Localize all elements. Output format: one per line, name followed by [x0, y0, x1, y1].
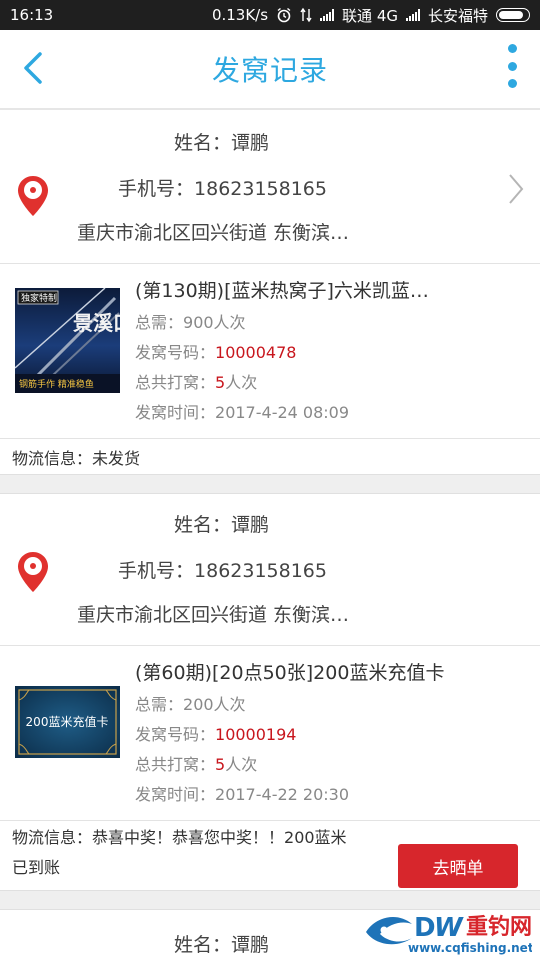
address-block[interactable]: 姓名：谭鹏 手机号：18623158165 重庆市渝北区回兴街道 东衡滨… — [0, 112, 540, 264]
name-label: 姓名： — [174, 514, 232, 536]
logistics-status: 未发货 — [92, 449, 141, 468]
phone-number: 18623158165 — [194, 178, 327, 200]
time-label: 发窝时间： — [135, 785, 216, 804]
total-bets-unit: 人次 — [225, 755, 258, 774]
chevron-right-icon[interactable] — [506, 172, 526, 206]
address-text: 重庆市渝北区回兴街道 东衡滨… — [77, 604, 350, 626]
address-text: 重庆市渝北区回兴街道 东衡滨… — [77, 222, 350, 244]
total-needed-value: 200人次 — [183, 695, 246, 714]
card-text: 200蓝米充值卡 — [26, 714, 109, 729]
time-label: 发窝时间： — [135, 403, 216, 422]
phone-label: 手机号： — [118, 178, 195, 200]
name-label: 姓名： — [174, 132, 232, 154]
app-header: 发窝记录 — [0, 30, 540, 110]
address-block[interactable]: 姓名：谭鹏 手机号：18623158165 重庆市渝北区回兴街道 东衡滨… — [0, 494, 540, 646]
thumb-big-text: 景溪口 — [73, 311, 120, 335]
prize-thumbnail: 独家特制 景溪口 钢筋手作 精准稳鱼 — [15, 288, 120, 393]
clock: 16:13 — [10, 6, 54, 24]
record-card: 姓名：谭鹏 手机号：18623158165 重庆市渝北区回兴街道 东衡滨… 独家… — [0, 112, 540, 474]
watermark-brand: 重钓网 — [466, 914, 532, 940]
svg-text:D: D — [414, 913, 436, 943]
prize-title: (第130期)[蓝米热窝子]六米凯蓝… — [135, 280, 429, 302]
thumb-tag: 独家特制 — [21, 292, 57, 304]
time-value: 2017-4-24 08:09 — [215, 403, 350, 422]
thumb-bottom-text: 钢筋手作 精准稳鱼 — [19, 378, 94, 390]
more-options-icon[interactable] — [504, 44, 520, 88]
logistics-info: 物流信息：未发货 — [0, 439, 540, 474]
name-label: 姓名： — [174, 934, 232, 956]
total-needed-value: 900人次 — [183, 313, 246, 332]
recipient-name: 谭鹏 — [231, 934, 270, 956]
prize-item[interactable]: 200蓝米充值卡 (第60期)[20点50张]200蓝米充值卡 总需：200人次… — [0, 646, 540, 821]
logistics-status: 恭喜中奖！恭喜您中奖！！200蓝米 — [92, 828, 347, 847]
total-bets-label: 总共打窝： — [135, 373, 216, 392]
total-bets-count: 5 — [215, 373, 226, 392]
logistics-label: 物流信息： — [12, 828, 93, 847]
location-pin-icon — [18, 552, 48, 592]
recipient-name: 谭鹏 — [231, 514, 270, 536]
recipient-name: 谭鹏 — [231, 132, 270, 154]
code-value: 10000194 — [215, 725, 297, 744]
total-bets-count: 5 — [215, 755, 226, 774]
share-order-button[interactable]: 去晒单 — [398, 844, 518, 888]
code-label: 发窝号码： — [135, 343, 216, 362]
data-transfer-icon — [300, 7, 312, 23]
time-value: 2017-4-22 20:30 — [215, 785, 350, 804]
prize-thumbnail: 200蓝米充值卡 — [15, 686, 120, 758]
status-bar: 16:13 0.13K/s 联通 4G 长安福特 — [0, 0, 540, 30]
signal-icon-2 — [405, 9, 420, 21]
logistics-label: 物流信息： — [12, 449, 93, 468]
svg-text:W: W — [434, 913, 464, 943]
section-divider — [0, 474, 540, 494]
phone-number: 18623158165 — [194, 560, 327, 582]
battery-icon — [496, 8, 530, 22]
record-card: 姓名：谭鹏 手机号：18623158165 重庆市渝北区回兴街道 东衡滨… 20… — [0, 494, 540, 891]
prize-item[interactable]: 独家特制 景溪口 钢筋手作 精准稳鱼 (第130期)[蓝米热窝子]六米凯蓝… 总… — [0, 264, 540, 439]
alarm-icon — [277, 7, 291, 23]
signal-icon-1 — [320, 9, 335, 21]
site-watermark: D W 重钓网 www.cqfishing.net — [366, 913, 532, 955]
back-arrow-icon[interactable] — [18, 48, 50, 88]
page-title: 发窝记录 — [211, 54, 328, 87]
total-needed-label: 总需： — [135, 695, 184, 714]
total-bets-unit: 人次 — [225, 373, 258, 392]
code-label: 发窝号码： — [135, 725, 216, 744]
code-value: 10000478 — [215, 343, 297, 362]
phone-label: 手机号： — [118, 560, 195, 582]
prize-title: (第60期)[20点50张]200蓝米充值卡 — [135, 662, 445, 684]
total-bets-label: 总共打窝： — [135, 755, 216, 774]
total-needed-label: 总需： — [135, 313, 184, 332]
carrier-1: 联通 4G — [342, 6, 398, 25]
location-pin-icon — [18, 176, 48, 216]
network-speed: 0.13K/s — [211, 6, 269, 24]
watermark-url: www.cqfishing.net — [408, 941, 532, 955]
carrier-2: 长安福特 — [427, 6, 488, 25]
